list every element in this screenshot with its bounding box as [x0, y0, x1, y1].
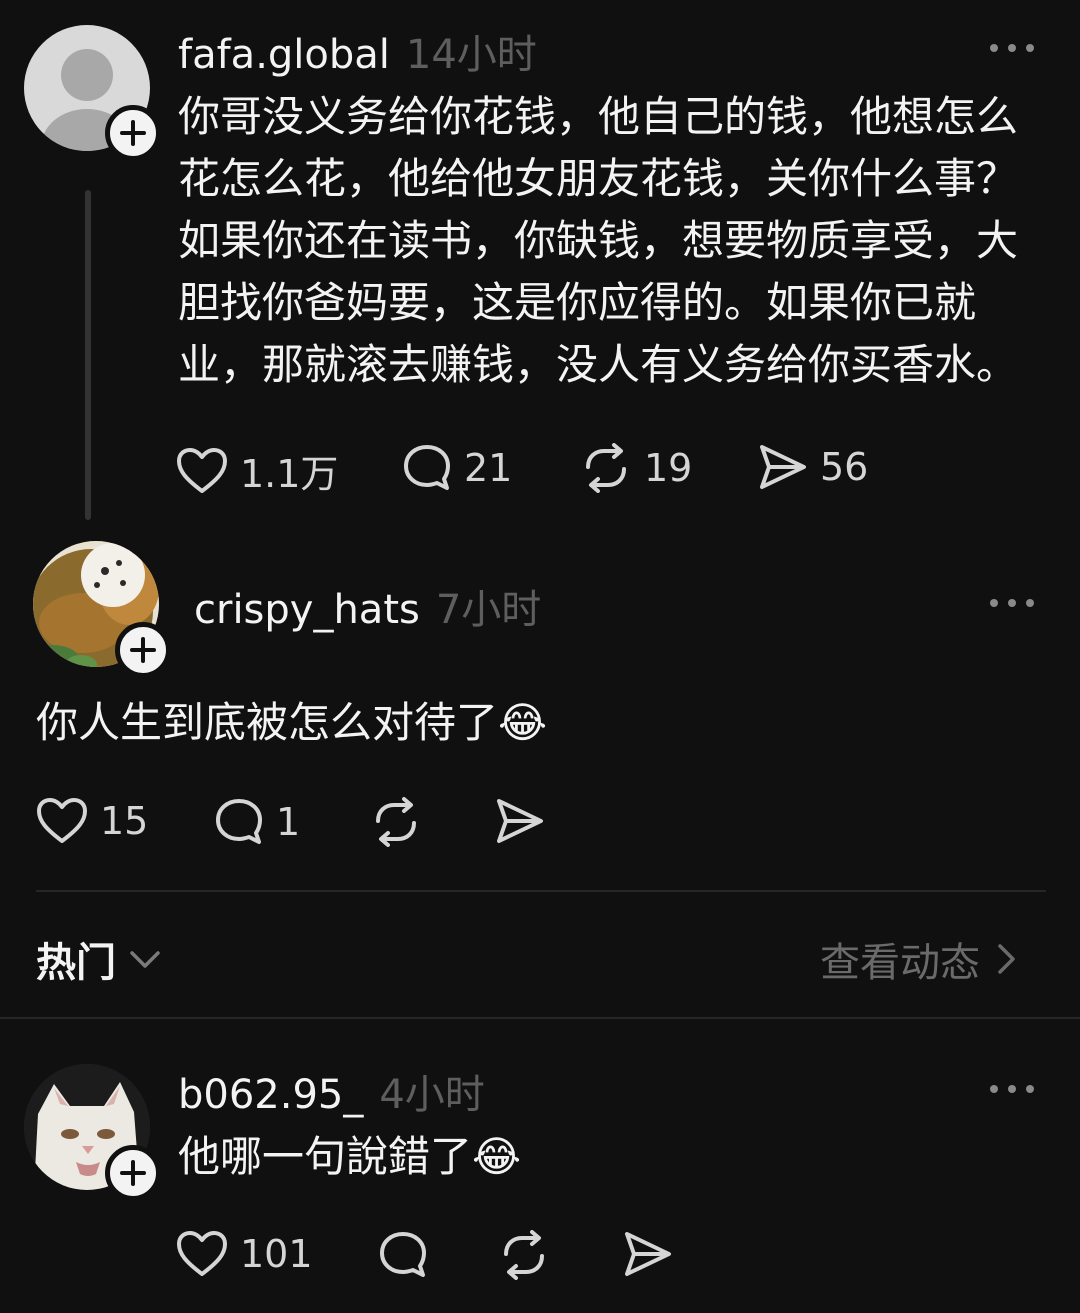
share-button[interactable]	[623, 1230, 673, 1278]
post-text-content: 你人生到底被怎么对待了	[36, 698, 499, 747]
share-button[interactable]: 56	[758, 443, 868, 491]
post-text: 你人生到底被怎么对待了😂	[36, 692, 547, 754]
post-text: 你哥没义务给你花钱，他自己的钱，他想怎么 花怎么花，他给他女朋友花钱，关你什么事…	[178, 86, 1018, 396]
comment-icon	[216, 799, 262, 844]
heart-icon	[177, 1231, 227, 1276]
share-count: 56	[820, 445, 869, 489]
like-count: 101	[240, 1232, 313, 1276]
view-activity-label: 查看动态	[820, 940, 980, 986]
thread-line	[85, 190, 91, 520]
laughing-emoji-icon: 😂	[472, 1132, 522, 1181]
like-count: 1.1万	[240, 452, 339, 496]
timestamp: 14小时	[405, 32, 537, 78]
post-header: fafa.global 14小时	[178, 22, 537, 80]
comment-count: 21	[464, 446, 513, 490]
repost-icon	[504, 1230, 544, 1280]
comment-button[interactable]: 21	[402, 443, 512, 493]
timestamp: 4小时	[379, 1072, 485, 1118]
share-button[interactable]	[495, 797, 545, 845]
laughing-emoji-icon: 😂	[498, 698, 548, 747]
sort-label: 热门	[36, 940, 116, 986]
username[interactable]: crispy_hats	[194, 587, 420, 633]
text-line: 如果你还在读书，你缺钱，想要物质享受，大	[178, 216, 1019, 265]
text-line: 胆找你爸妈要，这是你应得的。如果你已就	[178, 278, 977, 327]
like-button[interactable]: 101	[176, 1230, 313, 1278]
repost-button[interactable]	[498, 1230, 550, 1280]
follow-plus-button[interactable]	[105, 1145, 161, 1201]
divider	[36, 890, 1046, 892]
comment-count: 1	[276, 800, 301, 844]
comment-button[interactable]: 1	[214, 797, 300, 847]
share-icon	[760, 445, 806, 489]
section-divider	[0, 1017, 1080, 1019]
comment-button[interactable]	[378, 1230, 428, 1280]
share-icon	[625, 1232, 671, 1276]
repost-button[interactable]: 19	[580, 443, 692, 493]
like-button[interactable]: 1.1万	[176, 443, 338, 498]
comment-icon	[404, 445, 450, 490]
reply-text: 他哪一句說錯了😂	[178, 1126, 521, 1188]
sort-dropdown[interactable]: 热门	[36, 930, 162, 988]
view-activity-link[interactable]: 查看动态	[820, 930, 1018, 988]
like-count: 15	[100, 799, 149, 843]
repost-icon	[586, 443, 626, 493]
follow-plus-button[interactable]	[115, 622, 171, 678]
repost-button[interactable]	[370, 797, 422, 847]
post-header: crispy_hats 7小时	[194, 577, 541, 635]
follow-plus-button[interactable]	[105, 105, 161, 161]
reply-header: b062.95_ 4小时	[178, 1062, 485, 1120]
like-button[interactable]: 15	[36, 797, 148, 845]
username[interactable]: b062.95_	[178, 1072, 363, 1118]
more-icon[interactable]	[990, 595, 1034, 611]
plus-icon	[120, 1160, 146, 1186]
heart-icon	[37, 798, 87, 843]
repost-icon	[376, 797, 416, 847]
text-line: 花怎么花，他给他女朋友花钱，关你什么事？	[178, 154, 1019, 203]
chevron-down-icon	[130, 951, 160, 968]
text-line: 你哥没义务给你花钱，他自己的钱，他想怎么	[178, 92, 1019, 141]
more-icon[interactable]	[990, 40, 1034, 56]
more-icon[interactable]	[990, 1081, 1034, 1097]
chevron-right-icon	[998, 944, 1015, 974]
username[interactable]: fafa.global	[178, 32, 390, 78]
comment-icon	[380, 1232, 426, 1277]
share-icon	[497, 799, 543, 843]
plus-icon	[130, 637, 156, 663]
repost-count: 19	[644, 446, 693, 490]
text-line: 业，那就滚去赚钱，没人有义务给你买香水。	[178, 340, 1019, 389]
plus-icon	[120, 120, 146, 146]
timestamp: 7小时	[435, 587, 542, 633]
reply-text-content: 他哪一句說錯了	[178, 1132, 473, 1181]
heart-icon	[177, 447, 227, 493]
